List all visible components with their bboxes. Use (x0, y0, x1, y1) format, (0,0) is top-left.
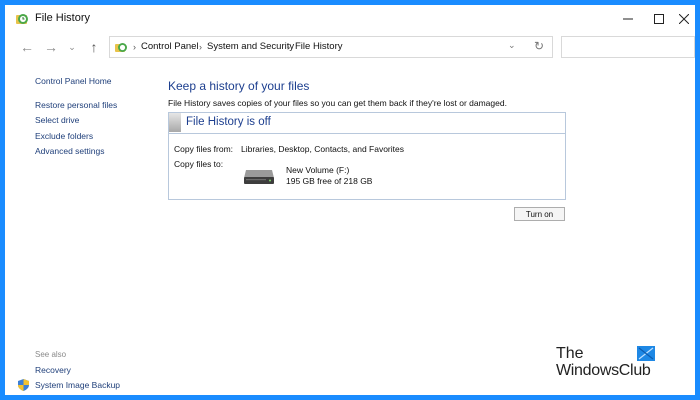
arrow-up-icon: ↑ (90, 39, 98, 55)
watermark-line-2: WindowsClub (556, 362, 651, 379)
search-input[interactable] (561, 36, 695, 58)
see-also-heading: See also (35, 350, 67, 359)
breadcrumb-separator-icon: › (133, 42, 136, 52)
file-history-app-icon (16, 14, 28, 24)
windows-logo-icon (637, 346, 655, 361)
status-header: File History is off (169, 113, 565, 134)
close-icon (679, 14, 689, 24)
breadcrumb-control-panel[interactable]: Control Panel (141, 41, 199, 52)
select-drive-link[interactable]: Select drive (35, 115, 79, 125)
status-title: File History is off (186, 116, 271, 128)
up-button[interactable]: ↑ (84, 37, 104, 57)
restore-personal-files-link[interactable]: Restore personal files (35, 100, 117, 110)
close-button[interactable] (667, 5, 695, 33)
turn-on-button[interactable]: Turn on (514, 207, 565, 221)
address-bar[interactable]: › Control Panel › System and Security › … (109, 36, 553, 58)
window-frame: File History ← → ⌄ ↑ › Control Panel › S… (0, 0, 700, 400)
address-dropdown-icon[interactable]: ⌄ (508, 40, 516, 51)
minimize-button[interactable] (611, 5, 645, 33)
page-description: File History saves copies of your files … (168, 98, 507, 108)
drive-free-space: 195 GB free of 218 GB (286, 176, 373, 186)
page-title: Keep a history of your files (168, 79, 310, 93)
file-history-status-panel: File History is off Copy files from: Lib… (168, 112, 566, 200)
refresh-icon[interactable]: ↻ (534, 39, 544, 53)
copy-from-value: Libraries, Desktop, Contacts, and Favori… (241, 144, 404, 154)
breadcrumb-file-history[interactable]: File History (295, 41, 343, 52)
recovery-link[interactable]: Recovery (35, 365, 71, 375)
copy-from-label: Copy files from: (174, 144, 234, 154)
system-image-backup-link[interactable]: System Image Backup (35, 380, 120, 390)
window-title: File History (35, 12, 91, 24)
minimize-icon (623, 18, 633, 20)
navigation-bar: ← → ⌄ ↑ › Control Panel › System and Sec… (5, 35, 695, 61)
chevron-down-icon: ⌄ (68, 41, 76, 52)
thewindowsclub-watermark: The WindowsClub (556, 345, 666, 385)
breadcrumb-system-and-security[interactable]: System and Security (207, 41, 294, 52)
shield-icon (18, 379, 29, 391)
file-history-location-icon (115, 43, 127, 52)
hard-drive-icon (244, 170, 274, 184)
copy-to-label: Copy files to: (174, 159, 224, 169)
exclude-folders-link[interactable]: Exclude folders (35, 131, 93, 141)
watermark-line-1: The (556, 345, 584, 362)
title-bar: File History (5, 5, 695, 33)
forward-button[interactable]: → (41, 37, 61, 57)
drive-name: New Volume (F:) (286, 165, 350, 175)
advanced-settings-link[interactable]: Advanced settings (35, 146, 104, 156)
arrow-right-icon: → (44, 39, 58, 55)
control-panel-home-link[interactable]: Control Panel Home (35, 76, 112, 86)
maximize-icon (654, 14, 664, 24)
breadcrumb-separator-icon: › (199, 42, 202, 52)
back-button[interactable]: ← (17, 37, 37, 57)
recent-locations-button[interactable]: ⌄ (62, 37, 82, 57)
arrow-left-icon: ← (20, 39, 34, 55)
status-indicator-icon (169, 113, 181, 132)
breadcrumb-separator-icon: › (287, 42, 290, 52)
